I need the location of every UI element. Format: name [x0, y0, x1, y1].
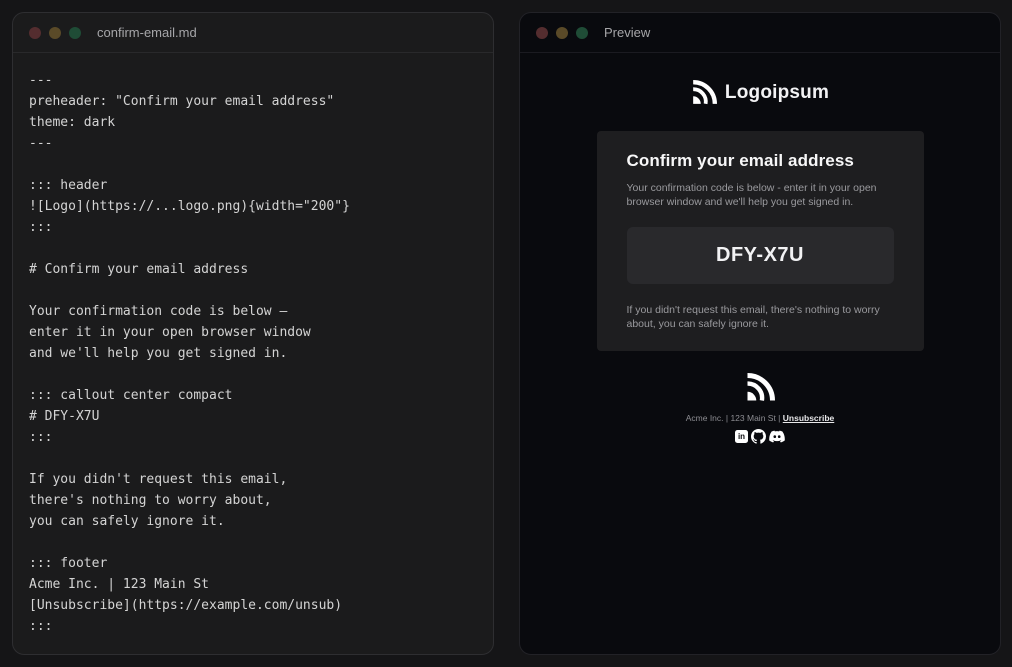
editor-line: If you didn't request this email, — [29, 469, 477, 490]
unsubscribe-link[interactable]: Unsubscribe — [783, 413, 835, 423]
minimize-window-icon[interactable] — [49, 27, 61, 39]
editor-line: ![Logo](https://...logo.png){width="200"… — [29, 196, 477, 217]
email-body-text: Your confirmation code is below - enter … — [627, 181, 894, 209]
editor-window: confirm-email.md ---preheader: "Confirm … — [12, 12, 494, 655]
editor-line: # Confirm your email address — [29, 259, 477, 280]
preview-titlebar: Preview — [520, 13, 1000, 53]
editor-line: Your confirmation code is below — — [29, 301, 477, 322]
editor-window-title: confirm-email.md — [97, 25, 197, 40]
discord-icon[interactable] — [769, 430, 785, 443]
logoipsum-mark-icon — [691, 80, 717, 106]
editor-line: theme: dark — [29, 112, 477, 133]
editor-line: --- — [29, 70, 477, 91]
editor-line — [29, 154, 477, 175]
editor-line: ::: — [29, 427, 477, 448]
company-address-text: Acme Inc. | 123 Main St | — [686, 413, 781, 423]
editor-line: [Unsubscribe](https://example.com/unsub) — [29, 595, 477, 616]
email-preview: Logoipsum Confirm your email address You… — [520, 80, 1000, 444]
markdown-editor[interactable]: ---preheader: "Confirm your email addres… — [13, 53, 493, 654]
linkedin-icon[interactable]: in — [735, 430, 748, 443]
editor-line: ::: — [29, 616, 477, 637]
editor-line: preheader: "Confirm your email address" — [29, 91, 477, 112]
zoom-window-icon[interactable] — [576, 27, 588, 39]
editor-line: and we'll help you get signed in. — [29, 343, 477, 364]
email-disclaimer-text: If you didn't request this email, there'… — [627, 303, 894, 331]
window-controls — [536, 27, 588, 39]
brand-logo: Logoipsum — [520, 80, 1000, 106]
editor-line: # DFY-X7U — [29, 406, 477, 427]
social-links: in — [520, 429, 1000, 444]
editor-line: there's nothing to worry about, — [29, 490, 477, 511]
email-footer: Acme Inc. | 123 Main St | Unsubscribe in — [520, 373, 1000, 444]
editor-line — [29, 364, 477, 385]
footer-logo-mark-icon — [520, 373, 1000, 408]
editor-line — [29, 238, 477, 259]
editor-line: Acme Inc. | 123 Main St — [29, 574, 477, 595]
close-window-icon[interactable] — [536, 27, 548, 39]
footer-address-line: Acme Inc. | 123 Main St | Unsubscribe — [520, 413, 1000, 423]
editor-line: ::: header — [29, 175, 477, 196]
editor-line: --- — [29, 133, 477, 154]
confirmation-code: DFY-X7U — [716, 244, 804, 267]
editor-titlebar: confirm-email.md — [13, 13, 493, 53]
github-icon[interactable] — [751, 429, 766, 444]
email-card: Confirm your email address Your confirma… — [597, 131, 924, 351]
editor-line: enter it in your open browser window — [29, 322, 477, 343]
brand-logo-text: Logoipsum — [725, 82, 829, 104]
preview-window-title: Preview — [604, 25, 650, 40]
editor-line: you can safely ignore it. — [29, 511, 477, 532]
editor-line: ::: footer — [29, 553, 477, 574]
editor-line — [29, 532, 477, 553]
confirmation-code-callout: DFY-X7U — [627, 227, 894, 284]
window-controls — [29, 27, 81, 39]
editor-line — [29, 448, 477, 469]
email-heading: Confirm your email address — [627, 151, 894, 171]
preview-window: Preview Logoipsum Confirm your email add… — [519, 12, 1001, 655]
editor-line: ::: callout center compact — [29, 385, 477, 406]
minimize-window-icon[interactable] — [556, 27, 568, 39]
editor-line: ::: — [29, 217, 477, 238]
editor-line — [29, 280, 477, 301]
zoom-window-icon[interactable] — [69, 27, 81, 39]
close-window-icon[interactable] — [29, 27, 41, 39]
